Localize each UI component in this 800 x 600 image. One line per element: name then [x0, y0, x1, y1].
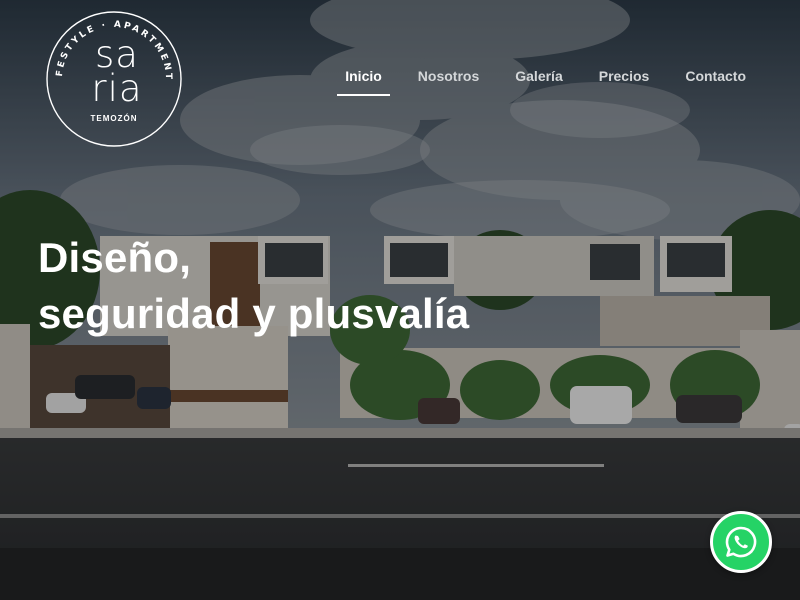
brand-logo[interactable]: LIFESTYLE · APARTMENTS sa ria TEMOZÓN — [43, 8, 185, 150]
nav-item-contacto[interactable]: Contacto — [677, 66, 754, 96]
whatsapp-icon — [725, 526, 757, 558]
nav-item-galeria[interactable]: Galería — [507, 66, 570, 96]
logo-city: TEMOZÓN — [90, 114, 138, 123]
nav-item-inicio[interactable]: Inicio — [337, 66, 390, 96]
hero-headline-line1: Diseño, — [38, 234, 192, 281]
hero-headline: Diseño, seguridad y plusvalía — [38, 230, 469, 342]
main-nav: Inicio Nosotros Galería Precios Contacto — [337, 66, 754, 96]
logo-wordmark-line2: ria — [91, 67, 143, 110]
whatsapp-button[interactable] — [710, 511, 772, 573]
hero-headline-line2: seguridad y plusvalía — [38, 290, 470, 337]
nav-item-nosotros[interactable]: Nosotros — [410, 66, 487, 96]
nav-item-precios[interactable]: Precios — [591, 66, 658, 96]
logo-wordmark: sa ria — [81, 36, 153, 110]
